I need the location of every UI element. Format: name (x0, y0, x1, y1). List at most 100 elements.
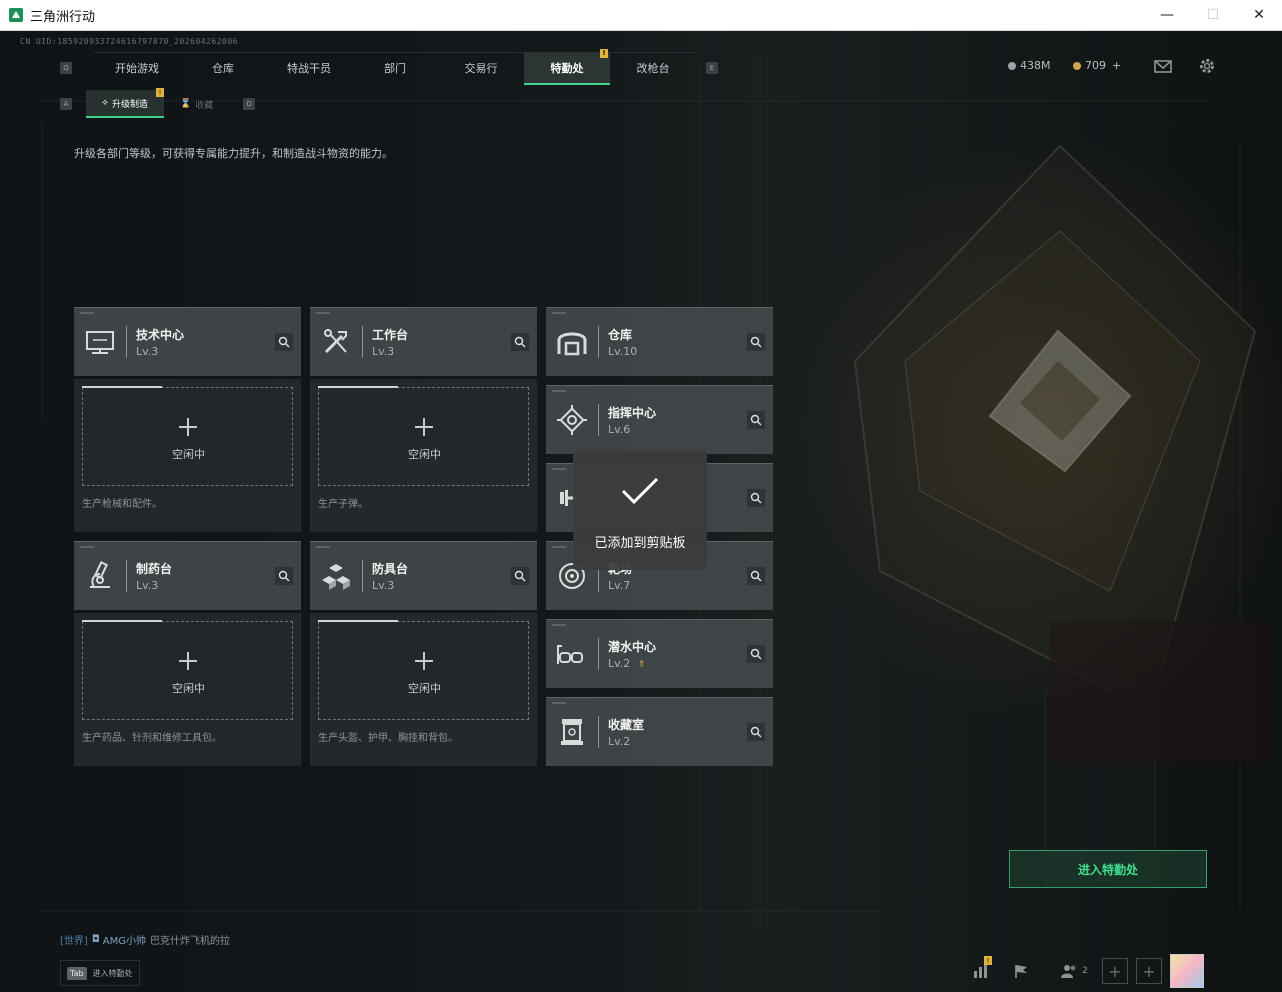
inspect-button[interactable] (747, 567, 765, 585)
tab-warehouse[interactable]: 仓库 (180, 53, 266, 83)
coupon-display[interactable]: 709 + (1073, 59, 1121, 72)
tab-department[interactable]: 部门 (352, 53, 438, 83)
chip-icon (557, 405, 587, 435)
stats-button[interactable]: ! (966, 956, 996, 986)
facility-name: 技术中心 (136, 328, 185, 342)
panel-tag (316, 312, 330, 314)
tab-gunsmith[interactable]: 改枪台 (610, 53, 696, 83)
coupon-add[interactable]: + (1112, 59, 1121, 72)
facility-workbench[interactable]: 工作台 Lv.3 (310, 307, 537, 376)
inspect-button[interactable] (747, 723, 765, 741)
subnav-right-key[interactable]: D (243, 98, 256, 110)
subnav-left-key[interactable]: A (60, 98, 72, 110)
facility-name: 工作台 (372, 328, 409, 342)
maximize-button[interactable]: ☐ (1190, 0, 1236, 30)
main-nav: Q 开始游戏 仓库 特战干员 部门 交易行 特勤处 ! 改枪台 E (60, 48, 718, 85)
subtab-upgrade-label: 升级制造 (111, 99, 148, 110)
plus-icon (179, 418, 197, 436)
add-slot-button[interactable]: + (1136, 958, 1162, 984)
friends-count: 2 (1082, 966, 1088, 976)
facility-name: 潜水中心 (608, 640, 657, 654)
gear-icon[interactable] (1197, 56, 1217, 76)
separator (126, 560, 127, 592)
flag-button[interactable] (1006, 956, 1036, 986)
avatar[interactable] (1170, 954, 1204, 988)
subtab-upgrade[interactable]: ⟡ 升级制造 ! (86, 88, 164, 118)
plus-icon (415, 418, 433, 436)
window-titlebar: 三角洲行动 — ☐ ✕ (0, 0, 1282, 31)
facility-storage[interactable]: 仓库 Lv.10 (546, 307, 773, 376)
hourglass-icon: ⌛ (179, 99, 192, 109)
nav-left-key[interactable]: Q (60, 62, 72, 74)
window-title: 三角洲行动 (30, 9, 96, 25)
nav-right-key[interactable]: E (706, 62, 718, 74)
separator (598, 404, 599, 436)
separator (362, 560, 363, 592)
slot-status: 空闲中 (172, 448, 205, 461)
production-slot[interactable]: 空闲中 (82, 387, 293, 486)
mail-icon[interactable] (1153, 56, 1173, 76)
notice-badge: ! (600, 48, 608, 58)
tab-hint[interactable]: Tab 进入特勤处 (60, 960, 140, 986)
panel-tag (80, 546, 94, 548)
production-slot[interactable]: 空闲中 (318, 621, 529, 720)
warehouse-icon (557, 332, 587, 356)
production-slot[interactable]: 空闲中 (318, 387, 529, 486)
subtab-collection[interactable]: ⌛ 收藏 (164, 91, 229, 117)
facility-name: 仓库 (608, 328, 633, 342)
chat-user[interactable]: AMG小帅 (103, 932, 146, 947)
camera-icon: ◘ (91, 934, 100, 945)
facility-level: Lv.3 (372, 345, 395, 358)
facility-pharmacy[interactable]: 制药台 Lv.3 (74, 541, 301, 610)
plus-icon (415, 652, 433, 670)
search-icon (750, 726, 762, 738)
inspect-button[interactable] (747, 333, 765, 351)
facility-diving-center[interactable]: 潜水中心 Lv.2 ⇑ (546, 619, 773, 688)
production-desc: 生产子弹。 (318, 499, 368, 510)
search-icon (750, 414, 762, 426)
world-chat[interactable]: [世界] ◘ AMG小帅 巴克什炸飞机的拉 (60, 932, 230, 947)
inspect-button[interactable] (747, 489, 765, 507)
flag-icon (1015, 965, 1027, 978)
separator (126, 326, 127, 358)
enter-button-label: 进入特勤处 (1077, 862, 1138, 877)
inspect-button[interactable] (511, 567, 529, 585)
panel-tag (80, 312, 94, 314)
slot-progress (318, 620, 398, 622)
slot-progress (318, 386, 398, 388)
enter-special-ops-button[interactable]: 进入特勤处 (1009, 850, 1207, 888)
production-desc: 生产药品、针剂和维修工具包。 (82, 733, 222, 744)
close-button[interactable]: ✕ (1236, 0, 1282, 30)
bottom-toolbar: ! 2 + + (966, 954, 1204, 988)
facility-tech-center[interactable]: 技术中心 Lv.3 (74, 307, 301, 376)
inspect-button[interactable] (275, 567, 293, 585)
tab-trade[interactable]: 交易行 (438, 53, 524, 83)
friends-button[interactable]: 2 (1054, 956, 1094, 986)
facility-collection-room[interactable]: 收藏室 Lv.2 (546, 697, 773, 766)
tab-operators[interactable]: 特战干员 (266, 53, 352, 83)
production-slot[interactable]: 空闲中 (82, 621, 293, 720)
inspect-button[interactable] (511, 333, 529, 351)
tab-hint-label: 进入特勤处 (92, 968, 133, 978)
game-viewport: CN UID:185920933724616797870_20260426200… (0, 31, 1282, 992)
add-slot-button[interactable]: + (1102, 958, 1128, 984)
tab-start-game[interactable]: 开始游戏 (94, 53, 180, 83)
inspect-button[interactable] (747, 645, 765, 663)
inspect-button[interactable] (275, 333, 293, 351)
pharmacy-production-panel: 空闲中 生产药品、针剂和维修工具包。 (74, 613, 301, 766)
slot-status: 空闲中 (408, 448, 441, 461)
facility-command-center[interactable]: 指挥中心 Lv.6 (546, 385, 773, 454)
wrench-icon: ⟡ (102, 98, 108, 108)
search-icon (750, 492, 762, 504)
page-description: 升级各部门等级，可获得专属能力提升，和制造战斗物资的能力。 (74, 147, 393, 160)
armor-production-panel: 空闲中 生产头盔、护甲、胸挂和背包。 (310, 613, 537, 766)
panel-tag (316, 546, 330, 548)
coupon-amount: 709 (1085, 59, 1106, 72)
facility-name: 指挥中心 (608, 406, 657, 420)
minimize-button[interactable]: — (1144, 0, 1190, 30)
facility-armor-bench[interactable]: 防具台 Lv.3 (310, 541, 537, 610)
diving-mask-icon (557, 645, 583, 664)
production-desc: 生产枪械和配件。 (82, 499, 162, 510)
tab-special-ops[interactable]: 特勤处 ! (524, 48, 610, 85)
inspect-button[interactable] (747, 411, 765, 429)
